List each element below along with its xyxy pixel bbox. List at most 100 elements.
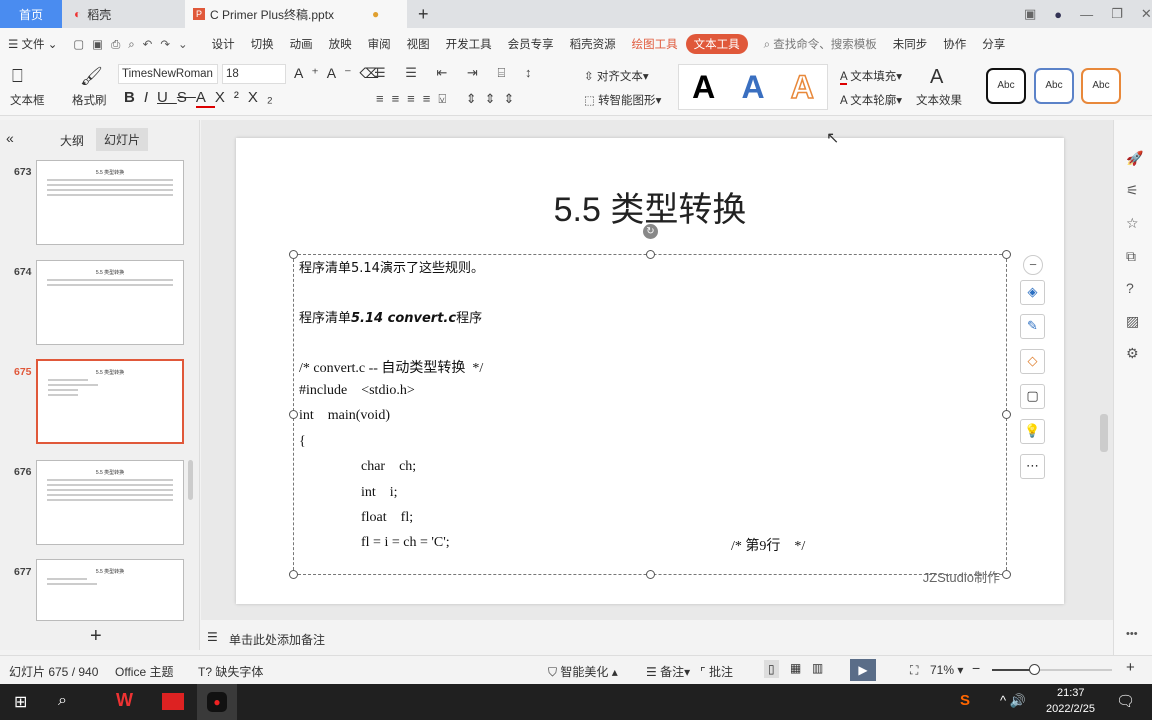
menu-item[interactable]: 放映 [329,36,352,52]
pdf-app-icon[interactable] [162,693,184,710]
shape-style-orange[interactable]: Abc [1081,68,1121,104]
slide-thumbnail[interactable]: 5.5 类型转换 [36,160,184,245]
copy-icon[interactable]: ⧉ [1126,248,1136,265]
windows-start-icon[interactable]: ⊞ [14,692,27,712]
resize-handle[interactable] [289,250,298,259]
tray-icons[interactable]: ^ 🔊 [1000,693,1026,709]
menu-item[interactable]: 会员专享 [508,36,554,52]
normal-view-icon[interactable]: ▯ [764,660,779,678]
clock-time[interactable]: 21:37 [1057,687,1085,699]
search-icon[interactable]: ⌕ [58,692,67,710]
notes-placeholder[interactable]: 单击此处添加备注 [229,631,325,648]
menu-item[interactable]: 动画 [290,36,313,52]
adjust-icon[interactable]: ⚟ [1126,182,1139,199]
more-options-icon[interactable]: ••• [1126,628,1138,640]
sogou-ime-icon[interactable]: S [960,692,970,709]
avatar[interactable]: ● [1054,7,1062,22]
clock-date[interactable]: 2022/2/25 [1046,703,1095,715]
fit-window-icon[interactable]: ⛶ [910,663,918,678]
collab-button[interactable]: 协作 [943,36,966,52]
sync-button[interactable]: 未同步 [893,36,928,52]
zoom-out-icon[interactable]: − [972,660,980,676]
textbox-button[interactable]: 文本框 [10,92,45,108]
menu-item[interactable]: 审阅 [368,36,391,52]
minimize-icon[interactable]: — [1080,7,1093,22]
zoom-level[interactable]: 71% ▾ [930,663,963,677]
play-slideshow-icon[interactable]: ▶ [850,659,876,681]
zoom-in-icon[interactable]: + [1126,659,1135,676]
text-outline-button[interactable]: A 文本轮廓▾ [840,92,902,108]
text-box-selected[interactable]: 程序清单5.14演示了这些规则。 程序清单5.14 convert.c程序 /*… [289,224,1011,579]
beautify-button[interactable]: ⛉ 智能美化 ▴ [548,663,618,680]
add-slide-button[interactable]: + [90,625,102,648]
resize-handle[interactable] [289,410,298,419]
menu-item[interactable]: 设计 [212,36,235,52]
tab-home[interactable]: 首页 [0,0,62,28]
smart-art-button[interactable]: ⬚ 转智能图形▾ [584,92,661,108]
menu-drawing-tools[interactable]: 绘图工具 [632,36,678,52]
shape-style-blue[interactable]: Abc [1034,68,1074,104]
menu-item[interactable]: 切换 [251,36,274,52]
close-icon[interactable]: ✕ [1141,6,1152,22]
comments-button[interactable]: ⌜ 批注 [700,663,733,680]
image-icon[interactable]: ▨ [1126,313,1139,330]
shape-style-black[interactable]: Abc [986,68,1026,104]
text-fill-button[interactable]: A 文本填充▾ [840,68,902,85]
wps-icon[interactable]: W [116,690,133,711]
zoom-slider[interactable] [992,664,1112,675]
slide-thumbnail[interactable]: 5.5 类型转换 [36,260,184,345]
pen-icon[interactable]: ✎ [1020,314,1045,339]
menu-text-tools[interactable]: 文本工具 [685,34,748,54]
slide-thumbnail[interactable]: 5.5 类型转换 [36,559,184,621]
panel-scrollbar[interactable] [188,460,193,500]
window-count-icon[interactable]: ▣ [1024,6,1036,22]
format-painter-button[interactable]: 格式刷 [72,92,107,108]
new-tab-button[interactable]: + [410,0,437,28]
text-effect-button[interactable]: 文本效果 [916,92,962,108]
slide-thumbnail[interactable]: 5.5 类型转换 [36,460,184,545]
layers-icon[interactable]: ◈ [1020,280,1045,305]
theme-name[interactable]: Office 主题 [115,663,173,680]
help-icon[interactable]: ? [1126,280,1134,296]
settings-icon[interactable]: ⚙ [1126,345,1139,362]
more-icon[interactable]: ⋯ [1020,454,1045,479]
recorder-app[interactable]: ● [197,684,237,720]
resize-handle[interactable] [646,570,655,579]
sorter-view-icon[interactable]: ▦ [790,661,801,675]
menu-item[interactable]: 视图 [407,36,430,52]
tab-slides[interactable]: 幻灯片 [96,128,149,151]
canvas-scrollbar[interactable] [1100,414,1108,452]
zoom-slider-thumb[interactable] [1029,664,1040,675]
font-size-select[interactable]: 18 [222,64,286,84]
notes-area[interactable]: ☰ 单击此处添加备注 [201,624,1113,652]
font-style-buttons[interactable]: BIUSAX²X₂ [124,89,282,108]
missing-font-button[interactable]: T? 缺失字体 [198,663,263,680]
text-style-orange[interactable]: A [790,68,815,106]
resize-handle[interactable] [646,250,655,259]
tab-outline[interactable]: 大纲 [60,132,84,149]
text-style-blue[interactable]: A [741,69,764,106]
menu-file[interactable]: ☰ 文件 ⌄ [8,36,57,52]
frame-icon[interactable]: ▢ [1020,384,1045,409]
collapse-float-icon[interactable]: − [1023,255,1043,275]
paragraph-buttons[interactable]: ☰ ☰ ⇤ ⇥ ⌸ ↕ [374,65,539,81]
menu-item[interactable]: 稻壳资源 [570,36,616,52]
restore-icon[interactable]: ❐ [1111,6,1123,22]
fill-icon[interactable]: ◇ [1020,349,1045,374]
font-select[interactable]: TimesNewRoman [118,64,218,84]
align-text-button[interactable]: ⇳ 对齐文本▾ [584,68,649,84]
resize-handle[interactable] [1002,410,1011,419]
text-style-black[interactable]: A [692,69,715,106]
text-style-gallery[interactable]: A A A [678,64,828,110]
align-buttons[interactable]: ≡≡≡≡⍌ ⇕⇕⇕ [376,91,522,107]
reading-view-icon[interactable]: ▥ [812,661,823,675]
tab-daoke[interactable]: ◐ 稻壳 [66,0,176,28]
collapse-panel-icon[interactable]: « [6,130,14,146]
slide-thumbnail-selected[interactable]: 5.5 类型转换 [36,359,184,444]
resize-handle[interactable] [289,570,298,579]
rocket-icon[interactable]: 🚀 [1126,150,1143,167]
notification-icon[interactable]: 🗨 [1116,692,1135,710]
bulb-icon[interactable]: 💡 [1020,419,1045,444]
resize-handle[interactable] [1002,250,1011,259]
search-command[interactable]: ⌕ 查找命令、搜索模板 [764,36,877,52]
